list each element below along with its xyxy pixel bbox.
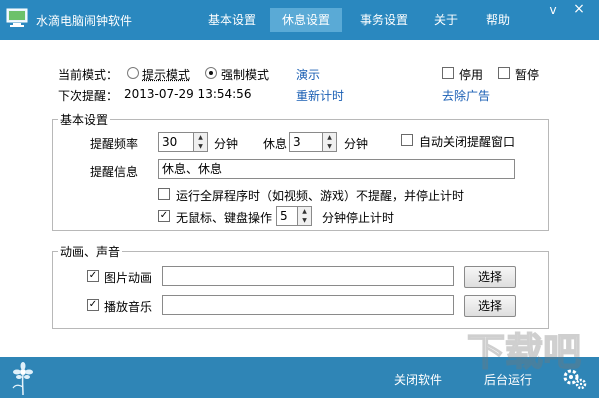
current-mode-label: 当前模式：: [58, 68, 119, 82]
frequency-input[interactable]: 30: [158, 132, 194, 152]
disable-checkbox[interactable]: [442, 67, 454, 79]
play-music-checkbox[interactable]: ✓: [87, 299, 99, 311]
idle-minutes-stepper[interactable]: ▲ ▼: [298, 206, 312, 226]
minimize-button[interactable]: v: [546, 3, 560, 17]
rest-label: 休息: [263, 137, 288, 151]
choose-image-button[interactable]: 选择: [464, 266, 516, 288]
force-mode-label[interactable]: 强制模式: [221, 66, 269, 83]
next-reminder-time: 2013-07-29 13:54:56: [124, 87, 252, 101]
reminder-info-label: 提醒信息: [90, 165, 139, 179]
frequency-label: 提醒频率: [90, 137, 139, 151]
disable-label: 停用: [459, 68, 484, 82]
window-title: 水滴电脑闹钟软件: [36, 14, 133, 28]
app-logo-icon: [6, 8, 28, 27]
demo-link[interactable]: 演示: [296, 66, 320, 83]
tab-help[interactable]: 帮助: [474, 8, 522, 32]
tab-basic-settings[interactable]: 基本设置: [196, 8, 268, 32]
radio-force-mode[interactable]: [205, 67, 217, 79]
rest-unit: 分钟: [344, 137, 369, 151]
idle-checkbox[interactable]: ✓: [158, 210, 170, 222]
auto-close-checkbox[interactable]: [401, 134, 413, 146]
music-path-input[interactable]: [162, 295, 454, 315]
flower-decoration-icon: [12, 362, 33, 395]
basic-settings-legend: 基本设置: [58, 111, 111, 128]
image-animation-label: 图片动画: [104, 271, 153, 285]
image-animation-checkbox[interactable]: ✓: [87, 270, 99, 282]
close-app-button[interactable]: 关闭软件: [394, 371, 442, 388]
media-group: [52, 251, 549, 329]
idle-suffix: 分钟停止计时: [322, 211, 395, 225]
auto-close-label: 自动关闭提醒窗口: [419, 135, 516, 149]
pause-label: 暂停: [515, 68, 540, 82]
radio-prompt-mode[interactable]: [127, 67, 139, 79]
fullscreen-checkbox[interactable]: [158, 188, 170, 200]
close-button[interactable]: ×: [572, 1, 586, 17]
pause-checkbox[interactable]: [498, 67, 510, 79]
next-reminder-label: 下次提醒：: [58, 89, 119, 103]
media-legend: 动画、声音: [58, 243, 123, 260]
prompt-mode-label[interactable]: 提示模式: [142, 66, 190, 83]
reset-timer-link[interactable]: 重新计时: [296, 87, 344, 104]
tab-rest-settings[interactable]: 休息设置: [270, 8, 342, 32]
play-music-label: 播放音乐: [104, 300, 153, 314]
background-run-button[interactable]: 后台运行: [484, 371, 532, 388]
rest-input[interactable]: 3: [289, 132, 323, 152]
footer-bar: 关闭软件 后台运行: [0, 357, 599, 398]
tab-about[interactable]: 关于: [422, 8, 470, 32]
reminder-info-input[interactable]: 休息、休息: [158, 159, 515, 179]
remove-ads-link[interactable]: 去除广告: [442, 87, 490, 104]
rest-stepper[interactable]: ▲ ▼: [323, 132, 337, 152]
image-path-input[interactable]: [162, 266, 454, 286]
title-bar: 水滴电脑闹钟软件 基本设置 休息设置 事务设置 关于 帮助 v ×: [0, 0, 599, 40]
choose-music-button[interactable]: 选择: [464, 295, 516, 317]
frequency-stepper[interactable]: ▲ ▼: [194, 132, 208, 152]
tab-affair-settings[interactable]: 事务设置: [348, 8, 420, 32]
idle-label: 无鼠标、键盘操作: [176, 211, 273, 225]
gear-icon[interactable]: [562, 367, 588, 391]
settings-panel: 当前模式： 提示模式 强制模式 演示 停用 暂停 下次提醒： 2013-07-2…: [0, 40, 599, 357]
fullscreen-label: 运行全屏程序时（如视频、游戏）不提醒，并停止计时: [176, 189, 465, 203]
idle-minutes-input[interactable]: 5: [276, 206, 298, 226]
frequency-unit: 分钟: [214, 137, 239, 151]
